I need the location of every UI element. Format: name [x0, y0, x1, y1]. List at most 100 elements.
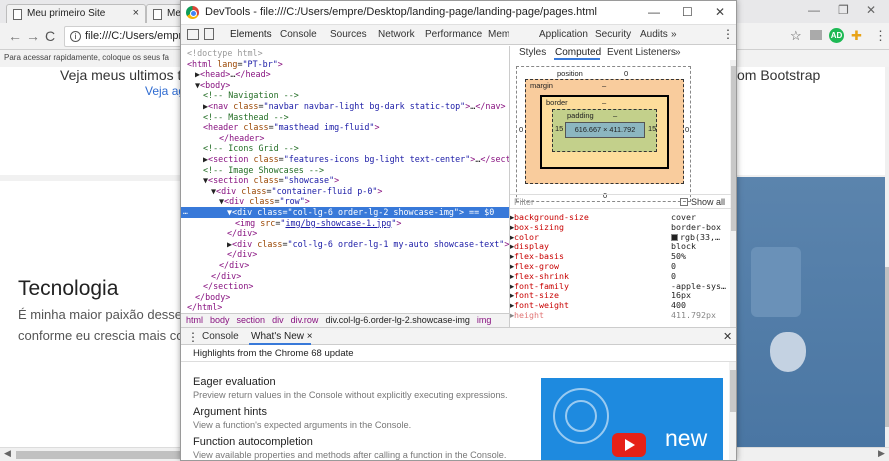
dom-node-selected[interactable]: ▼<div class="col-lg-6 order-lg-2 showcas… — [181, 207, 509, 218]
dom-node[interactable]: <!-- Icons Grid --> — [181, 143, 509, 154]
scrollbar-thumb[interactable] — [731, 66, 736, 231]
devtools-close-icon[interactable]: ✕ — [715, 5, 725, 19]
feature-title[interactable]: Eager evaluation — [193, 376, 276, 388]
scrollbar-thumb[interactable] — [885, 267, 889, 427]
dom-node[interactable]: <!-- Masthead --> — [181, 112, 509, 123]
property-value: rgb(33,… — [671, 232, 720, 242]
cast-icon[interactable] — [810, 30, 822, 40]
breadcrumb-item[interactable]: div — [272, 315, 284, 325]
computed-property[interactable]: ▸ font-weight 400 — [510, 300, 731, 310]
tab-performance[interactable]: Performance — [425, 29, 482, 40]
close-icon[interactable]: ✕ — [866, 3, 876, 17]
breadcrumb-item[interactable]: body — [210, 315, 230, 325]
play-icon[interactable] — [612, 433, 646, 457]
drawer-scrollbar[interactable] — [729, 362, 736, 460]
tab-console[interactable]: Console — [280, 29, 317, 40]
checkbox-icon[interactable] — [679, 198, 688, 206]
computed-property[interactable]: ▸ font-size 16px — [510, 290, 731, 300]
tab-event-listeners[interactable]: Event Listeners — [607, 47, 676, 58]
reload-icon[interactable]: C — [45, 28, 55, 44]
dom-node[interactable]: ▶<section class="features-icons bg-light… — [181, 154, 509, 165]
dom-node[interactable]: </div> — [181, 260, 509, 271]
dom-node[interactable]: ▼<div class="row"> — [181, 196, 509, 207]
scroll-left-icon[interactable]: ◀ — [4, 448, 11, 459]
back-icon[interactable]: ← — [8, 28, 22, 44]
devtools-maximize-icon[interactable]: ☐ — [682, 5, 693, 19]
dom-node[interactable]: <!-- Image Showcases --> — [181, 165, 509, 176]
computed-property[interactable]: ▸ flex-shrink 0 — [510, 271, 731, 281]
tab-security[interactable]: Security — [595, 29, 631, 40]
extension-puzzle-icon[interactable]: ✚ — [851, 28, 862, 44]
browser-tab-active[interactable]: Meu primeiro Site × — [6, 4, 146, 23]
devtools-menu-icon[interactable]: ⋮ — [722, 27, 734, 41]
tab-network[interactable]: Network — [378, 29, 415, 40]
drawer-menu-icon[interactable]: ⋮ — [187, 330, 199, 344]
minimize-icon[interactable]: — — [808, 3, 820, 17]
tab-elements[interactable]: Elements — [230, 29, 272, 40]
device-toolbar-icon[interactable] — [204, 28, 214, 40]
dom-node[interactable]: </div> — [181, 228, 509, 239]
scrollbar-thumb[interactable] — [730, 370, 736, 412]
tab-styles[interactable]: Styles — [519, 47, 546, 58]
dom-tree[interactable]: <!doctype html> <html lang="PT-br"> ▶<head… — [181, 46, 509, 313]
breadcrumb-item[interactable]: div.col-lg-6.order-lg-2.showcase-img — [325, 315, 469, 325]
drawer-close-icon[interactable]: ✕ — [723, 330, 732, 343]
color-swatch-icon[interactable] — [671, 233, 678, 241]
tab-audits[interactable]: Audits — [640, 29, 668, 40]
node-actions-icon[interactable]: … — [183, 207, 188, 218]
more-tabs-icon[interactable]: » — [671, 29, 677, 40]
computed-property[interactable]: ▸ height 411.792px — [510, 310, 731, 320]
bookmark-star-icon[interactable]: ☆ — [790, 28, 802, 44]
computed-property[interactable]: ▸ background-size cover — [510, 212, 731, 222]
dom-node[interactable]: </header> — [181, 133, 509, 144]
breadcrumb-item[interactable]: html — [186, 315, 203, 325]
dom-node[interactable]: </body> — [181, 292, 509, 303]
computed-property[interactable]: ▸ font-family -apple-sys… — [510, 281, 731, 291]
dom-node[interactable]: </section> — [181, 281, 509, 292]
drawer-tab-console[interactable]: Console — [202, 331, 239, 342]
forward-icon[interactable]: → — [26, 28, 40, 44]
tab-application[interactable]: Application — [539, 29, 588, 40]
show-all-checkbox[interactable]: Show all — [679, 197, 725, 207]
whats-new-video-thumbnail[interactable]: new — [541, 378, 723, 460]
computed-property[interactable]: ▸ flex-grow 0 — [510, 261, 731, 271]
dom-node[interactable]: ▶<nav class="navbar navbar-light bg-dark… — [181, 101, 509, 112]
dom-node[interactable]: ▼<div class="container-fluid p-0"> — [181, 186, 509, 197]
tab-close-icon[interactable]: × — [133, 7, 139, 19]
extension-badge-icon[interactable]: AD — [829, 28, 844, 43]
scroll-right-icon[interactable]: ▶ — [878, 448, 885, 459]
tab-computed[interactable]: Computed — [555, 47, 601, 58]
dom-node[interactable]: <!doctype html> — [181, 48, 509, 59]
dom-node[interactable]: </html> — [181, 302, 509, 313]
dom-node[interactable]: ▶<head>…</head> — [181, 69, 509, 80]
browser-menu-icon[interactable]: ⋮ — [874, 28, 887, 44]
dom-node[interactable]: <!-- Navigation --> — [181, 90, 509, 101]
computed-property[interactable]: ▸ box-sizing border-box — [510, 222, 731, 232]
dom-node[interactable]: <html lang="PT-br"> — [181, 59, 509, 70]
dom-node[interactable]: <header class="masthead img-fluid"> — [181, 122, 509, 133]
tab-sources[interactable]: Sources — [330, 29, 367, 40]
dom-node[interactable]: <img src="img/bg-showcase-1.jpg"> — [181, 218, 509, 229]
breadcrumb-item[interactable]: img — [477, 315, 492, 325]
drawer-tab-whats-new[interactable]: What's New × — [251, 331, 313, 342]
feature-title[interactable]: Argument hints — [193, 406, 267, 418]
restore-icon[interactable]: ❐ — [838, 3, 849, 17]
computed-property[interactable]: ▸ flex-basis 50% — [510, 251, 731, 261]
computed-filter-input[interactable]: Filter Show all — [510, 194, 731, 209]
dom-node[interactable]: </div> — [181, 249, 509, 260]
computed-property[interactable]: ▸ display block — [510, 241, 731, 251]
page-vertical-scrollbar[interactable] — [885, 67, 889, 447]
dom-node[interactable]: ▶<div class="col-lg-6 order-lg-1 my-auto… — [181, 239, 509, 250]
info-icon[interactable]: i — [70, 31, 81, 42]
computed-property[interactable]: ▸ color rgb(33,… — [510, 232, 731, 242]
styles-scrollbar[interactable] — [730, 60, 736, 327]
devtools-minimize-icon[interactable]: — — [648, 5, 660, 19]
dom-node[interactable]: </div> — [181, 271, 509, 282]
dom-node[interactable]: ▼<body> — [181, 80, 509, 91]
feature-title[interactable]: Function autocompletion — [193, 436, 313, 448]
styles-more-icon[interactable]: » — [675, 47, 681, 58]
inspect-element-icon[interactable] — [187, 29, 199, 40]
breadcrumb-item[interactable]: div.row — [291, 315, 319, 325]
breadcrumb-item[interactable]: section — [237, 315, 266, 325]
dom-node[interactable]: ▼<section class="showcase"> — [181, 175, 509, 186]
